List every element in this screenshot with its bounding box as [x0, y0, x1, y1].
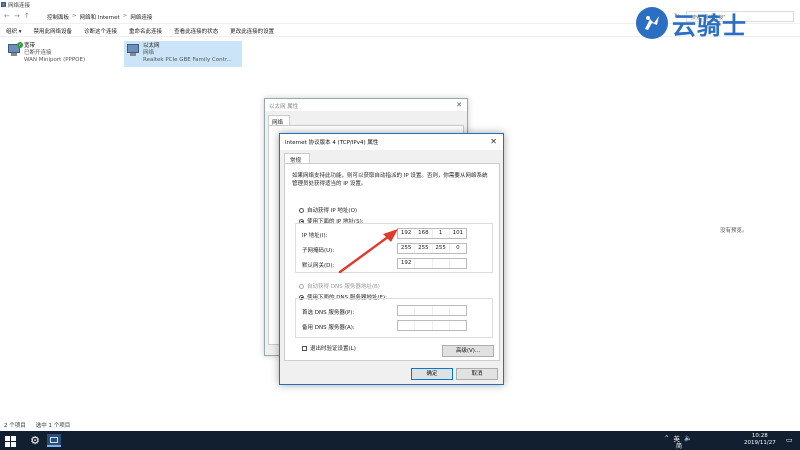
- computer-icon: ✓: [7, 42, 23, 57]
- connection-item-broadband[interactable]: ✓ 宽带 已断开连接 WAN Miniport (PPPOE): [5, 41, 115, 67]
- connection-name: 以太网: [143, 43, 160, 49]
- connection-status: 已断开连接: [24, 50, 52, 56]
- breadcrumb-network-internet[interactable]: 网络和 Internet: [80, 13, 120, 21]
- close-icon[interactable]: ✕: [490, 137, 497, 146]
- subnet-mask-field[interactable]: 255 255 255 0: [397, 243, 467, 254]
- volume-icon[interactable]: 🔈: [684, 434, 692, 442]
- breadcrumb-network-connections[interactable]: 网络连接: [130, 13, 152, 21]
- watermark-logo: 云骑士: [636, 4, 796, 42]
- gear-icon[interactable]: ⚙: [28, 434, 42, 447]
- computer-icon: [126, 43, 140, 57]
- close-icon[interactable]: ✕: [456, 101, 462, 109]
- dns-settings-group: [295, 298, 493, 338]
- up-arrow-icon[interactable]: ↑: [24, 12, 30, 20]
- subnet-mask-label: 子网掩码(U):: [302, 248, 335, 254]
- rename-button[interactable]: 重命名此连接: [129, 27, 162, 35]
- breadcrumb-control-panel[interactable]: 控制面板: [47, 13, 69, 21]
- disable-device-button[interactable]: 禁用此网络设备: [34, 27, 73, 35]
- back-arrow-icon[interactable]: ←: [4, 12, 10, 20]
- dialog-title: Internet 协议版本 4 (TCP/IPv4) 属性: [285, 140, 379, 146]
- validate-settings-checkbox[interactable]: 退出时验证设置(L): [302, 344, 356, 352]
- preview-pane-text: 没有预览。: [720, 228, 748, 234]
- breadcrumb-separator: >: [72, 13, 77, 19]
- item-count: 2 个项目: [4, 423, 26, 429]
- gateway-label: 默认网关(D):: [302, 263, 335, 269]
- alternate-dns-field[interactable]: [397, 320, 467, 331]
- network-connections-taskbar-button[interactable]: [47, 434, 61, 447]
- preferred-dns-label: 首选 DNS 服务器(P):: [302, 310, 355, 316]
- advanced-button[interactable]: 高级(V)...: [442, 345, 494, 357]
- auto-ip-radio[interactable]: 自动获得 IP 地址(O): [299, 206, 357, 214]
- diagnose-button[interactable]: 诊断这个连接: [84, 27, 117, 35]
- gateway-field[interactable]: 192: [397, 258, 467, 269]
- window-title: 网络连接: [8, 3, 31, 9]
- watermark-text: 云骑士: [672, 11, 747, 40]
- organize-menu[interactable]: 组织 ▾: [6, 27, 22, 35]
- change-settings-button[interactable]: 更改此连接的设置: [230, 27, 274, 35]
- network-connections-icon: [1, 2, 6, 7]
- status-bar: 2 个项目 选中 1 个项目: [4, 421, 70, 429]
- connection-name: 宽带: [24, 43, 36, 49]
- preferred-dns-field[interactable]: [397, 305, 467, 316]
- annotation-arrow-icon: [338, 229, 398, 274]
- clock[interactable]: 10:28 2019/11/27: [744, 433, 776, 447]
- knight-logo-icon: [636, 7, 668, 39]
- connection-item-ethernet[interactable]: 以太网 网络 Realtek PCIe GBE Family Contr...: [124, 41, 242, 67]
- tab-network[interactable]: 网络: [268, 115, 290, 126]
- connection-device: WAN Miniport (PPPOE): [24, 57, 86, 63]
- auto-dns-radio[interactable]: 自动获得 DNS 服务器地址(B): [299, 282, 380, 290]
- connection-status: 网络: [143, 50, 155, 56]
- taskbar: ⚙ ⌃ 英 🔈 简 10:28 2019/11/27 ▭: [0, 431, 800, 450]
- breadcrumb: 控制面板 > 网络和 Internet > 网络连接: [47, 13, 152, 21]
- alternate-dns-label: 备用 DNS 服务器(A):: [302, 325, 355, 331]
- clock-date: 2019/11/27: [744, 440, 776, 446]
- notification-icon[interactable]: ▭: [786, 436, 793, 444]
- view-status-button[interactable]: 查看此连接的状态: [174, 27, 218, 35]
- ip-address-label: IP 地址(I):: [302, 233, 328, 239]
- breadcrumb-separator: >: [122, 13, 128, 19]
- connection-device: Realtek PCIe GBE Family Contr...: [143, 57, 232, 63]
- ip-address-field[interactable]: 192 168 1 101: [397, 228, 467, 239]
- chevron-up-icon[interactable]: ⌃: [664, 434, 669, 442]
- dialog-description: 如果网络支持此功能，则可以获取自动指派的 IP 设置。否则，你需要从网络系统管理…: [292, 173, 488, 187]
- selected-count: 选中 1 个项目: [35, 423, 71, 429]
- cancel-button[interactable]: 取消: [456, 368, 498, 380]
- forward-arrow-icon[interactable]: →: [14, 12, 20, 20]
- dialog-title: 以太网 属性: [269, 104, 299, 110]
- tray-ime[interactable]: 简: [676, 441, 682, 450]
- ok-button[interactable]: 确定: [411, 368, 453, 380]
- clock-time: 10:28: [751, 433, 768, 439]
- windows-start-icon[interactable]: [3, 434, 17, 447]
